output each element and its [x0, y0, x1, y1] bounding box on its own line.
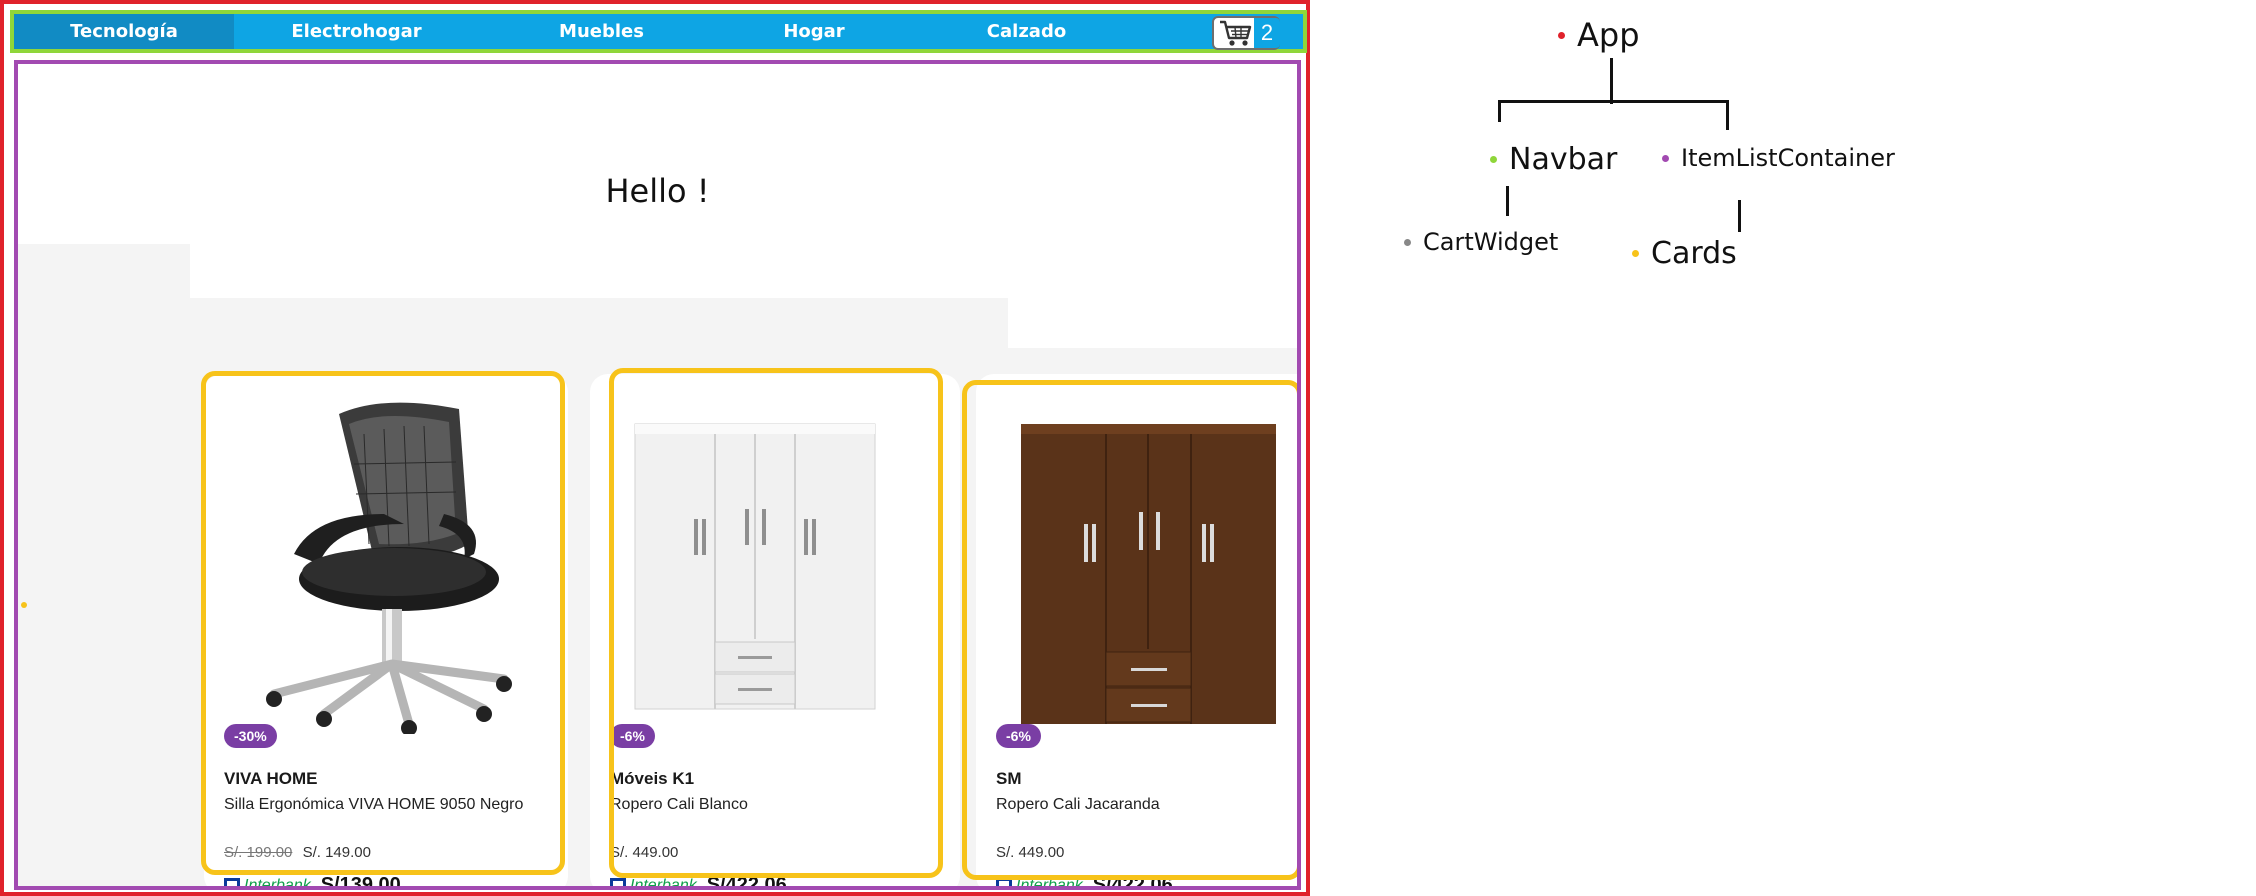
tree-dot: [1662, 154, 1669, 162]
item-list-container: Hello ! -30% VIVA HOME Silla Ergonómica …: [14, 60, 1301, 890]
cart-widget[interactable]: 2: [1212, 16, 1280, 50]
bank-price-row: Interbank S/139.00: [224, 874, 401, 890]
nav-link-hogar[interactable]: Hogar: [724, 14, 904, 49]
tree-node-item-list-container: ItemListContainer: [1662, 144, 1895, 172]
interbank-logo-icon: [610, 877, 626, 886]
card-outline: [201, 371, 565, 875]
banner-strip: [1008, 244, 1297, 348]
tree-label: App: [1577, 16, 1640, 54]
bank-name: Interbank: [630, 876, 697, 890]
tree-node-cart-widget: CartWidget: [1404, 228, 1558, 256]
tree-node-app: App: [1558, 16, 1640, 54]
marker-dot: [21, 602, 27, 608]
cart-icon: [1220, 20, 1252, 46]
nav-link-muebles[interactable]: Muebles: [479, 14, 724, 49]
greeting-banner: [18, 64, 1297, 244]
navbar: Tecnología Electrohogar Muebles Hogar Ca…: [10, 10, 1307, 53]
tree-label: Navbar: [1509, 142, 1618, 177]
nav-link-electrohogar[interactable]: Electrohogar: [234, 14, 479, 49]
tree-label: CartWidget: [1423, 228, 1559, 256]
tree-label: Cards: [1651, 236, 1737, 271]
banner-strip: [190, 244, 1018, 298]
tree-dot: [1632, 250, 1639, 257]
card-outline: [609, 368, 943, 878]
tree-label: ItemListContainer: [1681, 144, 1895, 172]
bank-price: S/139.00: [320, 874, 401, 890]
greeting-text: Hello !: [605, 172, 710, 210]
app-outline: Tecnología Electrohogar Muebles Hogar Ca…: [0, 0, 1310, 896]
nav-link-calzado[interactable]: Calzado: [904, 14, 1149, 49]
cart-count-badge: 2: [1254, 18, 1280, 48]
component-tree: App Navbar ItemListContainer CartWidget …: [1380, 0, 1895, 300]
card-outline: [962, 380, 1297, 880]
tree-node-cards: Cards: [1632, 236, 1737, 271]
bank-name: Interbank: [244, 876, 311, 890]
tree-dot: [1558, 31, 1565, 39]
nav-link-tecnologia[interactable]: Tecnología: [14, 14, 234, 49]
interbank-logo-icon: [224, 877, 240, 886]
tree-dot: [1490, 156, 1497, 163]
tree-node-navbar: Navbar: [1490, 142, 1617, 177]
tree-dot: [1404, 238, 1411, 246]
